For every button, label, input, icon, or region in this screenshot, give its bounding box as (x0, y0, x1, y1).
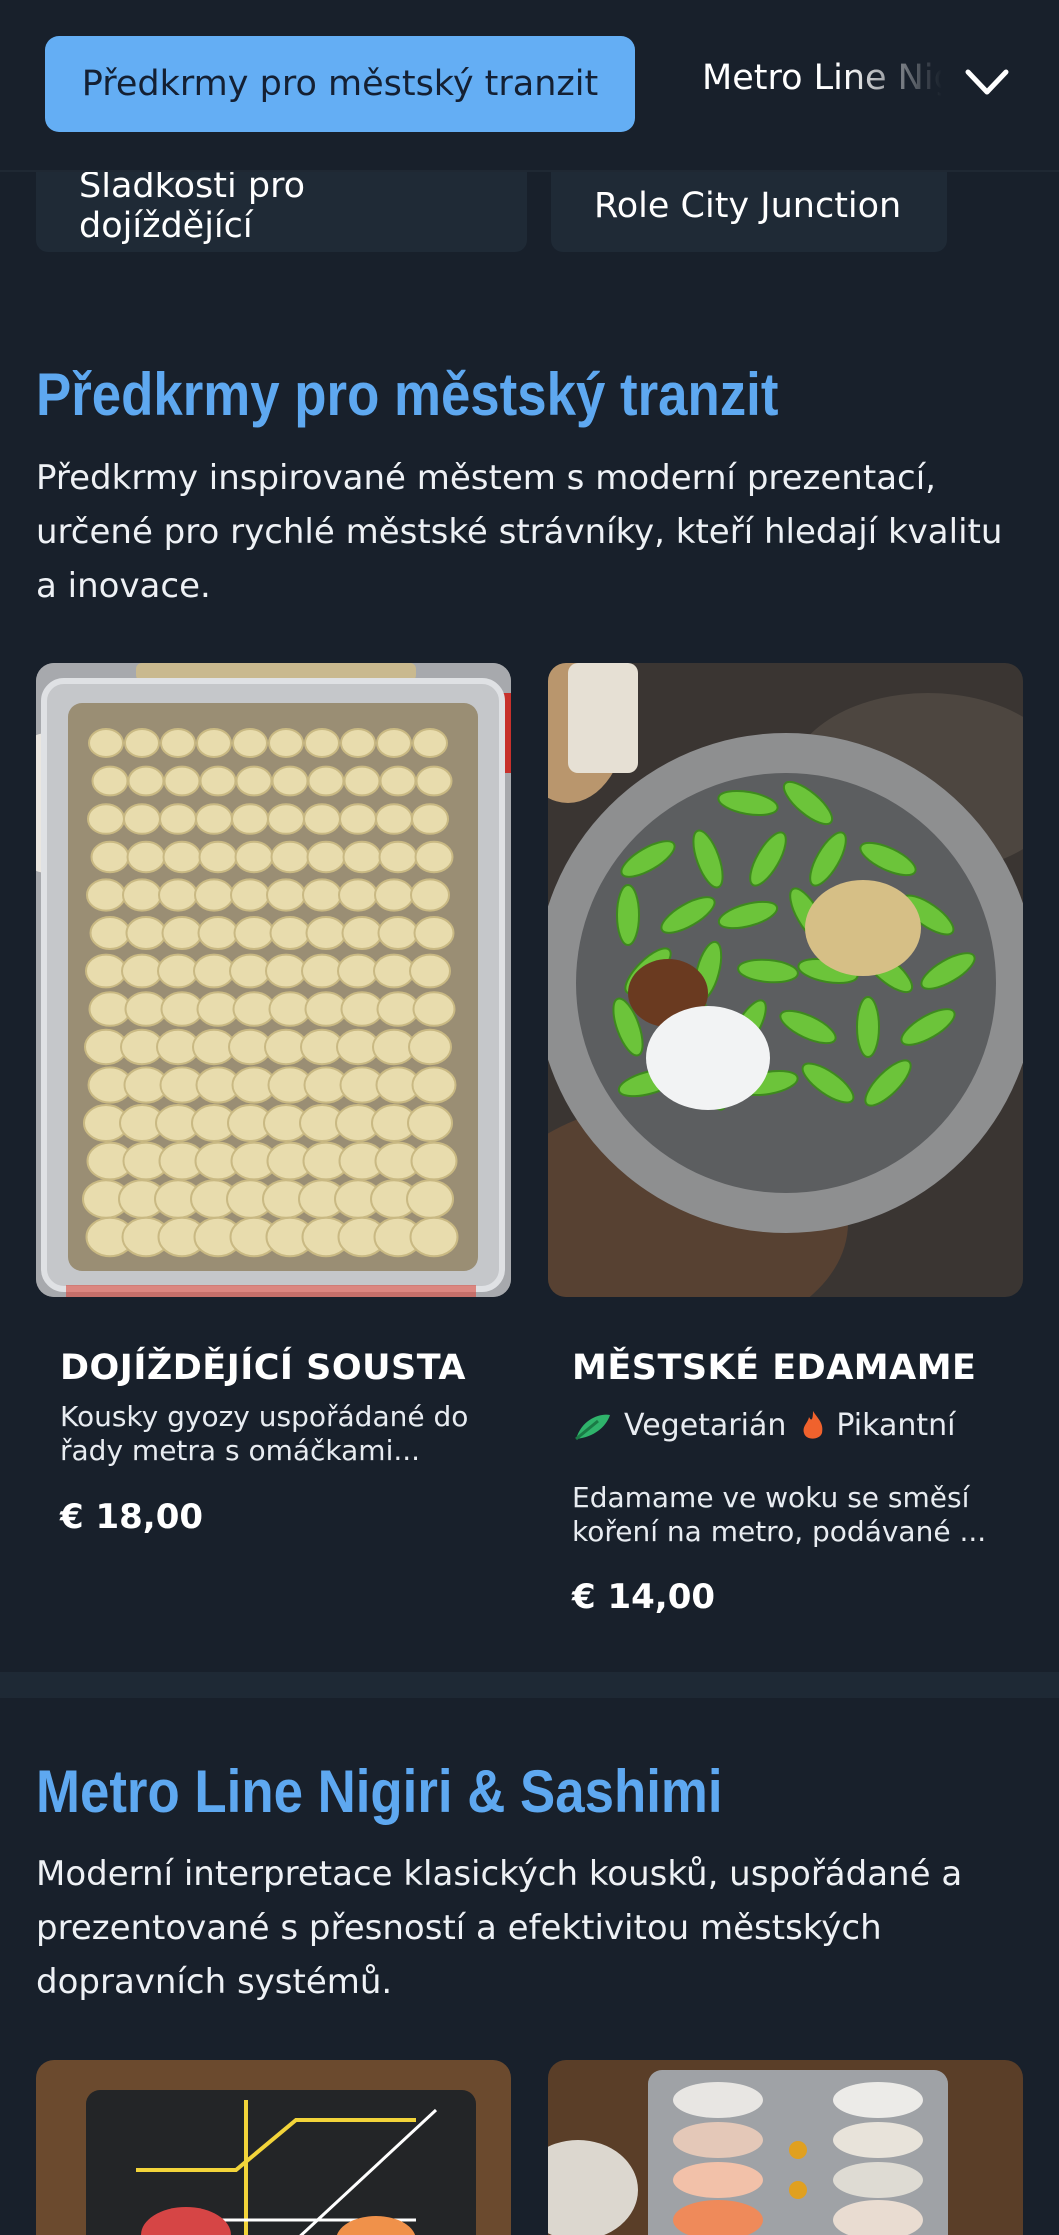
dietary-tags: Vegetarián Pikantní (572, 1408, 970, 1443)
spicy-tag: Pikantní (800, 1408, 956, 1443)
vegetarian-tag: Vegetarián (572, 1408, 786, 1443)
edamame-bowl-photo[interactable] (548, 663, 1023, 1297)
flame-icon (803, 1410, 823, 1439)
section-description: Moderní interpretace klasických kousků, … (36, 1854, 963, 2002)
tab-metro-line[interactable]: Metro Line Nigiri & Sashimi (702, 58, 942, 98)
item-description: Edamame ve woku se směsí koření na metro… (572, 1481, 987, 1548)
tab-sladkosti[interactable]: Sladkosti pro dojíždějící (36, 160, 527, 252)
vegetarian-icon (575, 1414, 610, 1440)
sashimi-plate-photo[interactable] (548, 2060, 1023, 2235)
tab-predkrmy[interactable]: Předkrmy pro městský tranzit (45, 36, 635, 132)
metro-nigiri-photo[interactable] (36, 2060, 511, 2235)
section-title: Předkrmy pro městský tranzit (36, 361, 779, 428)
item-price: € 18,00 (60, 1497, 204, 1537)
gyoza-tray-photo[interactable] (36, 663, 511, 1297)
section-description: Předkrmy inspirované městem s moderní pr… (36, 458, 1003, 606)
section-title: Metro Line Nigiri & Sashimi (36, 1758, 723, 1825)
chevron-down-icon[interactable] (962, 64, 1012, 100)
category-nav: Předkrmy pro městský tranzit Metro Line … (0, 0, 1059, 170)
item-name[interactable]: DOJÍŽDĚJÍCÍ SOUSTA (60, 1348, 466, 1388)
item-price: € 14,00 (572, 1577, 716, 1617)
tab-role-city-junction[interactable]: Role City Junction (551, 160, 947, 252)
item-description: Kousky gyozy uspořádané do řady metra s … (60, 1400, 469, 1467)
section-divider (0, 1672, 1059, 1698)
item-name[interactable]: MĚSTSKÉ EDAMAME (572, 1348, 976, 1388)
